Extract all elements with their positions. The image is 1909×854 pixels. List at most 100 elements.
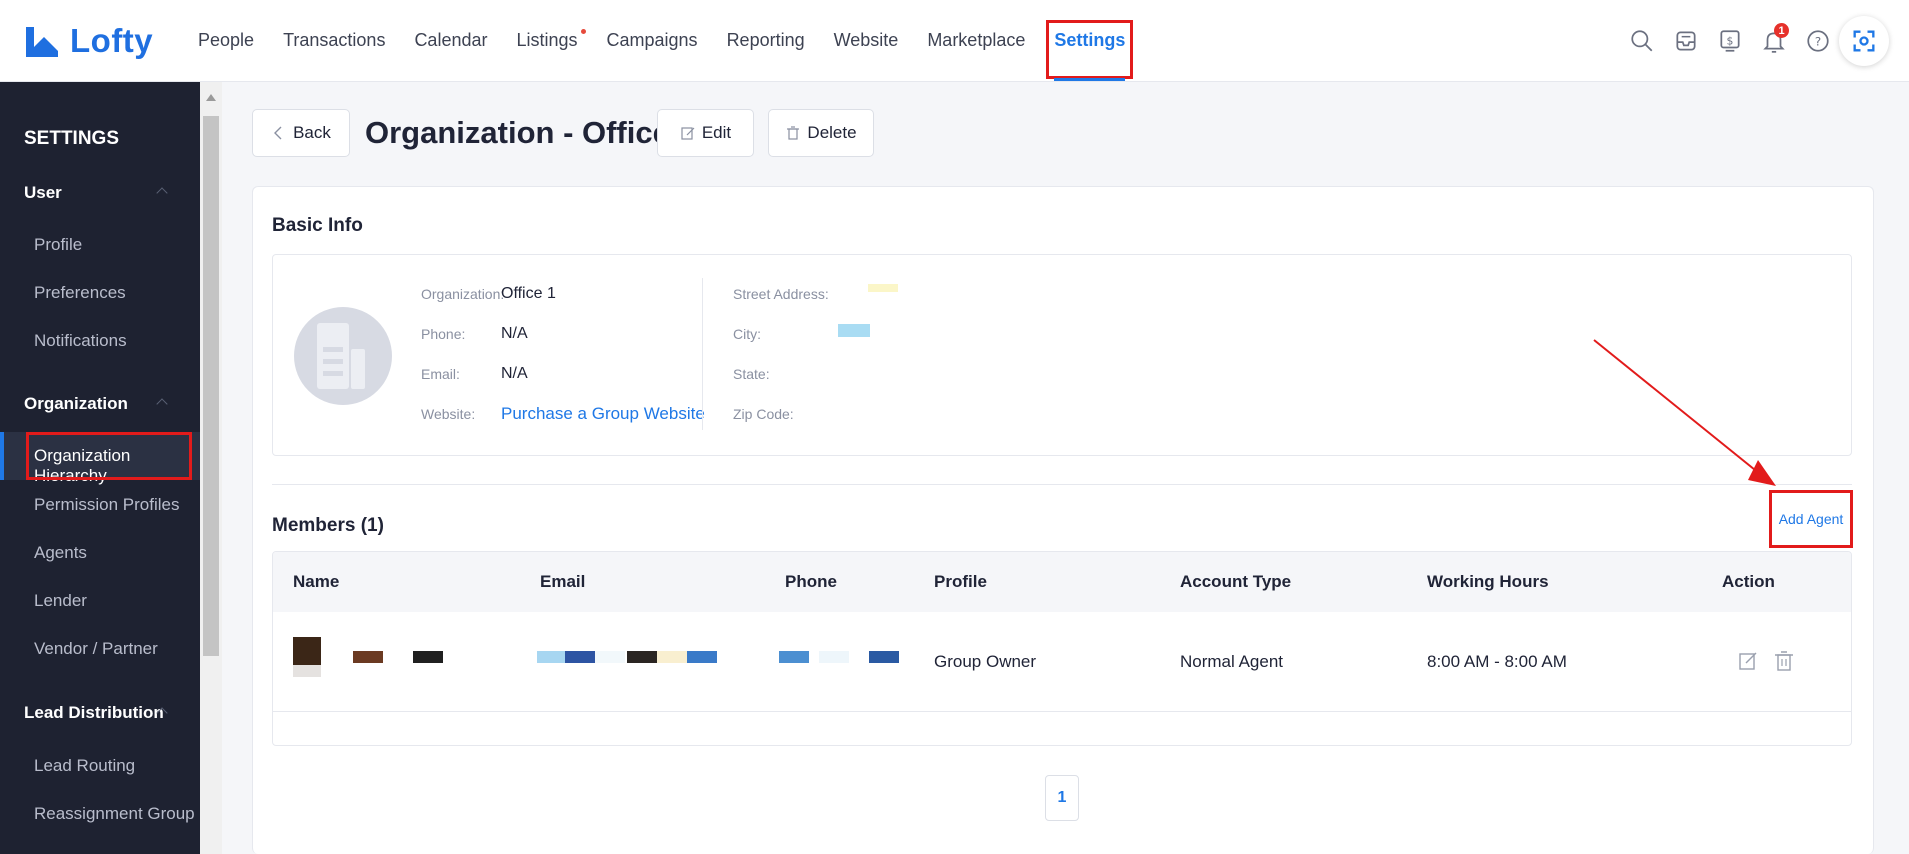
svg-text:?: ? <box>1815 34 1821 48</box>
phone-label: Phone: <box>421 326 466 342</box>
notification-count-badge: 1 <box>1774 23 1789 38</box>
back-button-label: Back <box>293 123 331 142</box>
sidebar-item-preferences[interactable]: Preferences <box>34 283 126 303</box>
brand-name: Lofty <box>70 21 154 59</box>
redacted-phone <box>779 651 809 663</box>
organization-label: Organization: <box>421 286 505 302</box>
phone-value: N/A <box>501 325 528 342</box>
state-label: State: <box>733 366 770 382</box>
add-agent-button[interactable]: Add Agent <box>1769 490 1853 548</box>
nav-campaigns-label: Campaigns <box>606 30 698 50</box>
nav-reporting-label: Reporting <box>726 30 805 50</box>
sidebar-scrollbar[interactable] <box>200 82 222 854</box>
edit-icon[interactable] <box>1737 650 1759 672</box>
email-label: Email: <box>421 366 460 382</box>
redacted-phone <box>819 651 849 663</box>
sidebar-section-lead-distribution[interactable]: Lead Distribution <box>24 703 164 723</box>
table-header: Name Email Phone Profile Account Type Wo… <box>273 552 1851 612</box>
street-address-label: Street Address: <box>733 286 829 302</box>
city-label: City: <box>733 326 761 342</box>
sidebar-item-lender[interactable]: Lender <box>34 591 87 611</box>
info-divider <box>702 278 703 430</box>
column-header-name: Name <box>293 572 340 591</box>
chevron-left-icon <box>274 126 282 140</box>
purchase-group-website-link[interactable]: Purchase a Group Website <box>501 404 705 424</box>
pagination-page-1[interactable]: 1 <box>1045 775 1079 821</box>
search-icon[interactable] <box>1627 26 1657 56</box>
lofty-logo-icon <box>26 26 58 57</box>
sidebar-item-agents[interactable]: Agents <box>34 543 87 563</box>
scroll-up-arrow-icon[interactable] <box>206 94 216 101</box>
member-avatar <box>293 637 321 665</box>
member-profile: Group Owner <box>934 652 1037 671</box>
billing-icon[interactable]: $ <box>1715 26 1745 56</box>
column-header-phone: Phone <box>785 572 837 591</box>
member-account-type: Normal Agent <box>1180 652 1283 671</box>
redacted-city-value <box>838 324 870 337</box>
nav-transactions[interactable]: Transactions <box>283 0 385 81</box>
lofty-logo[interactable]: Lofty <box>22 21 172 61</box>
delete-button-label: Delete <box>807 123 857 142</box>
email-value: N/A <box>501 365 528 382</box>
focus-icon[interactable] <box>1839 16 1889 66</box>
column-header-profile: Profile <box>934 572 987 591</box>
redacted-email <box>537 651 565 663</box>
nav-settings[interactable]: Settings <box>1046 0 1134 81</box>
redacted-email <box>657 651 687 663</box>
sidebar-section-user[interactable]: User <box>24 183 62 203</box>
zip-code-label: Zip Code: <box>733 406 794 422</box>
nav-reporting[interactable]: Reporting <box>727 0 805 81</box>
redacted-last-name <box>413 651 443 663</box>
annotation-highlight-box <box>1046 20 1134 79</box>
nav-transactions-label: Transactions <box>283 30 386 50</box>
sidebar-item-lead-routing[interactable]: Lead Routing <box>34 756 135 776</box>
top-navigation-bar: Lofty People Transactions Calendar Listi… <box>0 0 1909 82</box>
back-button[interactable]: Back <box>252 109 350 157</box>
sidebar-title: SETTINGS <box>24 128 120 149</box>
nav-calendar-label: Calendar <box>414 30 488 50</box>
nav-calendar[interactable]: Calendar <box>414 0 487 81</box>
annotation-arrow <box>1593 339 1776 486</box>
edit-button[interactable]: Edit <box>657 109 754 157</box>
sidebar-item-permission-profiles[interactable]: Permission Profiles <box>34 495 180 515</box>
table-row: Group Owner Normal Agent 8:00 AM - 8:00 … <box>273 612 1851 712</box>
redacted-first-name <box>353 651 383 663</box>
new-indicator-dot <box>580 29 586 34</box>
sidebar-item-notifications[interactable]: Notifications <box>34 331 127 351</box>
inbox-icon[interactable] <box>1671 26 1701 56</box>
nav-people-label: People <box>198 30 255 50</box>
nav-website[interactable]: Website <box>834 0 899 81</box>
redacted-email <box>687 651 717 663</box>
redacted-street-value <box>868 284 898 292</box>
edit-icon <box>681 127 695 140</box>
svg-text:$: $ <box>1727 34 1734 47</box>
edit-button-label: Edit <box>701 123 732 142</box>
top-icon-group: $ 1 ? <box>1613 0 1889 82</box>
sidebar-section-organization[interactable]: Organization <box>24 394 128 414</box>
sidebar-item-reassignment-group[interactable]: Reassignment Group <box>34 804 195 824</box>
nav-people[interactable]: People <box>198 0 254 81</box>
redacted-email <box>595 651 625 663</box>
delete-button[interactable]: Delete <box>768 109 874 157</box>
trash-icon <box>787 126 800 140</box>
page-title: Organization - Office 1 <box>365 115 696 150</box>
main-nav: People Transactions Calendar Listings Ca… <box>198 0 1154 81</box>
nav-campaigns[interactable]: Campaigns <box>607 0 698 81</box>
nav-listings[interactable]: Listings <box>516 0 586 81</box>
sidebar-item-vendor-partner[interactable]: Vendor / Partner <box>34 639 158 659</box>
nav-marketplace-label: Marketplace <box>927 30 1026 50</box>
help-icon[interactable]: ? <box>1803 26 1833 56</box>
column-header-account-type: Account Type <box>1180 572 1292 591</box>
nav-marketplace[interactable]: Marketplace <box>927 0 1025 81</box>
bell-icon[interactable]: 1 <box>1759 23 1789 56</box>
column-header-email: Email <box>540 572 586 591</box>
basic-info-title: Basic Info <box>272 215 363 236</box>
redacted-phone <box>869 651 899 663</box>
annotation-highlight-box <box>26 432 192 480</box>
member-avatar-bottom <box>293 665 321 677</box>
sidebar-item-profile[interactable]: Profile <box>34 235 82 255</box>
column-header-working-hours: Working Hours <box>1427 572 1549 591</box>
scroll-thumb[interactable] <box>203 116 219 656</box>
trash-icon[interactable] <box>1773 650 1795 672</box>
organization-value: Office 1 <box>501 285 556 302</box>
